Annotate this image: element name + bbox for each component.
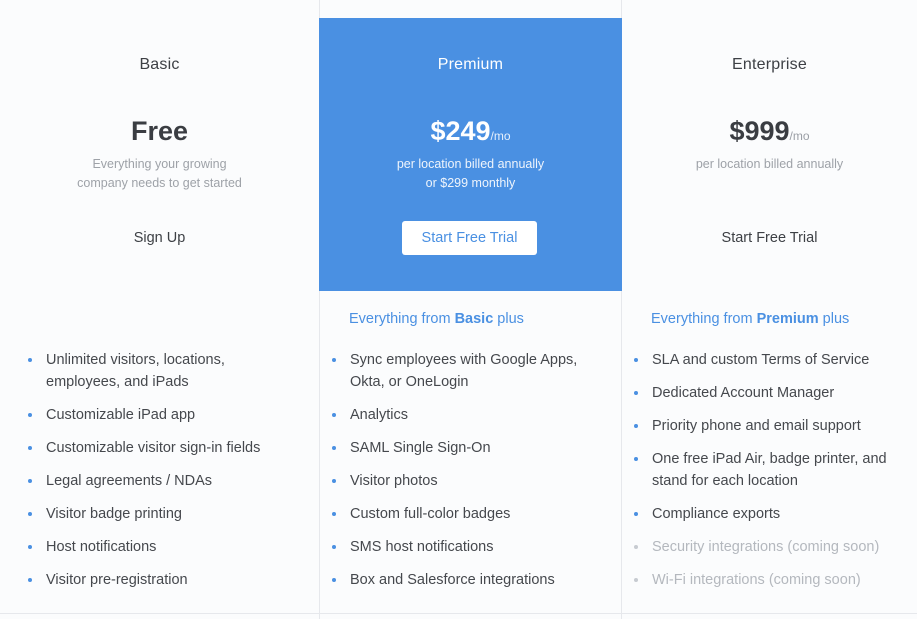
plan-description: per location billed annually <box>662 155 877 174</box>
price-amount: $249 <box>430 116 491 146</box>
plan-description: per location billed annually or $299 mon… <box>359 155 582 193</box>
plan-price: $999/mo <box>622 116 917 147</box>
plan-includes-prefix: Everything from <box>349 311 455 327</box>
feature-item: Priority phone and email support <box>632 415 912 437</box>
plan-price: Free <box>0 116 319 147</box>
feature-item: Customizable visitor sign-in fields <box>26 437 296 459</box>
plan-column-enterprise: Enterprise $999/mo per location billed a… <box>622 0 917 619</box>
price-amount: Free <box>130 116 189 146</box>
plan-header-enterprise: Enterprise $999/mo per location billed a… <box>622 18 917 291</box>
plan-header-premium: Premium $249/mo per location billed annu… <box>319 18 622 291</box>
divider <box>0 613 917 614</box>
plan-includes-plan: Basic <box>454 311 494 327</box>
plan-includes-heading: Everything from Premium plus <box>651 311 849 327</box>
plan-description-line: per location billed annually <box>695 157 844 171</box>
feature-item: SLA and custom Terms of Service <box>632 349 912 371</box>
plan-description: Everything your growing company needs to… <box>40 155 279 193</box>
feature-item: Dedicated Account Manager <box>632 382 912 404</box>
feature-item: Sync employees with Google Apps, Okta, o… <box>330 349 610 393</box>
feature-item: Visitor badge printing <box>26 503 296 525</box>
feature-item-coming-soon: Security integrations (coming soon) <box>632 536 912 558</box>
plan-column-basic: Basic Free Everything your growing compa… <box>0 0 319 619</box>
plan-description-line: or $299 monthly <box>425 176 516 190</box>
plan-name: Premium <box>437 56 504 73</box>
feature-item: Unlimited visitors, locations, employees… <box>26 349 296 393</box>
plan-includes-suffix: plus <box>818 311 850 327</box>
start-free-trial-link[interactable]: Start Free Trial <box>622 230 917 246</box>
plan-name: Basic <box>139 56 180 73</box>
feature-item: Box and Salesforce integrations <box>330 569 610 591</box>
price-period: /mo <box>789 129 810 143</box>
sign-up-link[interactable]: Sign Up <box>0 230 319 246</box>
plan-price: $249/mo <box>319 116 622 147</box>
plan-column-premium: Premium $249/mo per location billed annu… <box>319 0 622 619</box>
feature-list-enterprise: SLA and custom Terms of Service Dedicate… <box>632 349 912 602</box>
feature-item: SMS host notifications <box>330 536 610 558</box>
feature-item: Custom full-color badges <box>330 503 610 525</box>
feature-item: One free iPad Air, badge printer, and st… <box>632 448 912 492</box>
feature-item: Compliance exports <box>632 503 912 525</box>
plan-includes-suffix: plus <box>493 311 524 327</box>
feature-item: Visitor pre-registration <box>26 569 296 591</box>
plan-description-line: Everything your growing <box>92 157 227 171</box>
feature-item: Customizable iPad app <box>26 404 296 426</box>
feature-item: Analytics <box>330 404 610 426</box>
plan-name: Enterprise <box>732 56 807 73</box>
plan-description-line: per location billed annually <box>396 157 545 171</box>
feature-list-premium: Sync employees with Google Apps, Okta, o… <box>330 349 610 602</box>
start-free-trial-button[interactable]: Start Free Trial <box>402 221 537 255</box>
feature-item: SAML Single Sign-On <box>330 437 610 459</box>
plan-header-basic: Basic Free Everything your growing compa… <box>0 18 319 291</box>
plan-description-line: company needs to get started <box>77 176 242 190</box>
feature-list-basic: Unlimited visitors, locations, employees… <box>26 349 296 602</box>
plan-includes-heading: Everything from Basic plus <box>349 311 524 327</box>
feature-item: Host notifications <box>26 536 296 558</box>
feature-item: Visitor photos <box>330 470 610 492</box>
plan-includes-plan: Premium <box>756 311 819 327</box>
feature-item-coming-soon: Wi-Fi integrations (coming soon) <box>632 569 912 591</box>
feature-item: Legal agreements / NDAs <box>26 470 296 492</box>
price-amount: $999 <box>729 116 790 146</box>
price-period: /mo <box>490 129 511 143</box>
plan-includes-prefix: Everything from <box>651 311 757 327</box>
